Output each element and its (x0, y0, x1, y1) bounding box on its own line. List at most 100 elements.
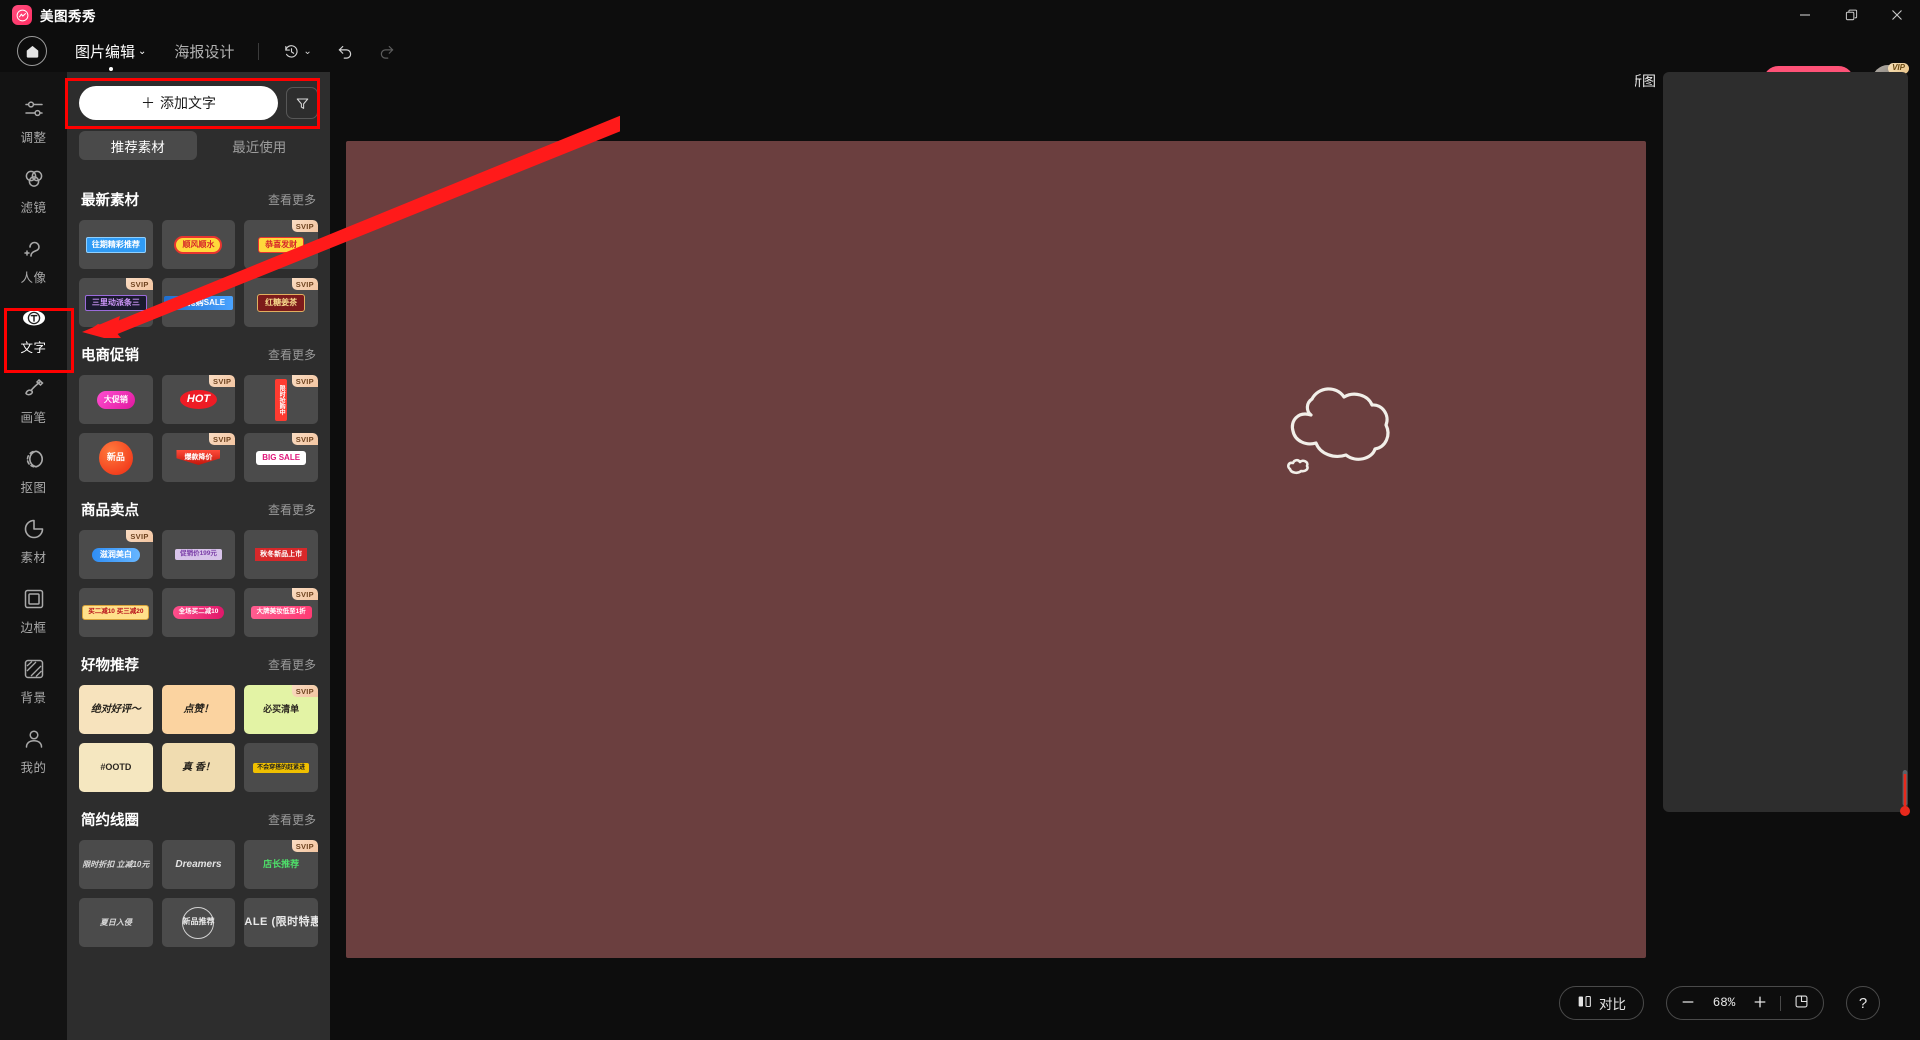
section-title: 电商促销 (81, 348, 139, 364)
material-thumbnail[interactable]: 全场买二减10 (161, 588, 236, 637)
home-icon[interactable] (17, 36, 47, 66)
add-text-button[interactable]: ＋ 添加文字 (79, 86, 278, 120)
material-thumbnail-label: 新品 (98, 440, 133, 475)
material-thumbnail-label: 新品推荐 (182, 906, 215, 939)
material-thumbnail[interactable]: SVIP 三里动派条三 (79, 278, 153, 327)
material-thumbnail[interactable]: 买二减10 买三减20 (79, 588, 153, 637)
undo-icon[interactable] (336, 42, 354, 60)
material-thumbnail[interactable]: 超值抢购SALE (161, 278, 236, 327)
material-thumbnail[interactable]: SVIP 红糖姜茶 (244, 278, 318, 327)
material-thumbnail-label: 全场买二减10 (172, 606, 225, 619)
material-thumbnail[interactable]: SVIP 店长推荐 (244, 840, 318, 889)
compare-button[interactable]: 对比 (1559, 986, 1644, 1020)
close-icon[interactable] (1874, 0, 1920, 30)
material-thumbnail[interactable]: 大促销 (79, 375, 153, 424)
minimize-icon[interactable] (1782, 0, 1828, 30)
tab-recommended[interactable]: 推荐素材 (79, 131, 197, 160)
brand: 美图秀秀 (0, 5, 96, 25)
material-thumbnail[interactable]: 新品 (79, 433, 153, 482)
history-clock-icon[interactable]: ⌄ (283, 43, 312, 60)
material-thumbnail[interactable]: 绝对好评～ (79, 685, 153, 734)
restore-icon[interactable] (1828, 0, 1874, 30)
fit-screen-icon[interactable] (1794, 994, 1809, 1012)
material-grid: 限时折扣 立减10元 Dreamers SVIP 店长推荐夏日入侵 新品推荐 SALE (… (79, 840, 318, 947)
material-thumbnail[interactable]: SVIP 必买清单 (244, 685, 318, 734)
material-thumbnail[interactable]: 限时折扣 立减10元 (79, 840, 153, 889)
svip-badge: SVIP (209, 375, 236, 387)
sidebar-item-sticker[interactable]: 素材 (0, 506, 67, 576)
plus-icon[interactable] (1753, 995, 1767, 1012)
sidebar-item-brush-label: 画笔 (20, 411, 47, 425)
sidebar-item-text[interactable]: 文字 (0, 296, 67, 366)
text-panel: ＋ 添加文字 推荐素材 最近使用 最新素材 查看更多 往期精彩推荐 顺风顺水 SVIP 恭… (67, 72, 330, 1040)
material-thumbnail[interactable]: 新品推荐 (161, 898, 236, 947)
zoom-divider (1780, 995, 1781, 1011)
sidebar-item-portrait-label: 人像 (20, 271, 47, 285)
filter-circles-icon (21, 166, 47, 192)
material-thumbnail[interactable]: 真 香！ (161, 743, 236, 792)
menu-item-poster-design[interactable]: 海报设计 (174, 41, 234, 62)
material-thumbnail-label: 真 香！ (182, 761, 215, 773)
window-controls (1782, 0, 1920, 30)
funnel-filter-icon[interactable] (286, 87, 318, 119)
material-thumbnail[interactable]: 不会穿搭的赶紧进 (244, 743, 318, 792)
material-thumbnail[interactable]: SVIP BIG SALE (244, 433, 318, 482)
material-thumbnail[interactable]: SVIP 恭喜发财 (244, 220, 318, 269)
svip-badge: SVIP (291, 433, 318, 445)
material-thumbnail-label: 促销价199元 (175, 549, 222, 560)
sidebar-item-cutout[interactable]: 抠图 (0, 436, 67, 506)
material-thumbnail[interactable]: Dreamers (161, 840, 236, 889)
material-thumbnail-label: 限时折扣 立减10元 (82, 859, 150, 869)
frame-icon (21, 586, 47, 612)
minus-icon[interactable] (1681, 995, 1695, 1012)
text-t-icon (21, 306, 47, 332)
material-thumbnail[interactable]: SVIP HOT (161, 375, 236, 424)
material-thumbnail[interactable]: SVIP 滋润美白 (79, 530, 153, 579)
chevron-down-icon: ⌄ (138, 45, 147, 57)
panel-scroll-area[interactable]: 最新素材 查看更多 往期精彩推荐 顺风顺水 SVIP 恭喜发财 SVIP 三里动派条三 超值抢购… (67, 172, 330, 1040)
material-thumbnail[interactable]: SALE (限时特惠) (244, 898, 318, 947)
tab-recent[interactable]: 最近使用 (201, 131, 319, 160)
sidebar-item-background-label: 背景 (20, 691, 47, 705)
panel-tabs: 推荐素材 最近使用 (67, 131, 330, 160)
material-thumbnail[interactable]: 促销价199元 (161, 530, 236, 579)
sidebar-item-portrait[interactable]: 人像 (0, 226, 67, 296)
material-thumbnail[interactable]: 顺风顺水 (161, 220, 236, 269)
svip-badge: SVIP (209, 433, 236, 445)
material-thumbnail[interactable]: SVIP 爆款降价 (161, 433, 236, 482)
sidebar-item-frame[interactable]: 边框 (0, 576, 67, 646)
material-thumbnail[interactable]: 秋冬新品上市 (244, 530, 318, 579)
sidebar-item-brush[interactable]: 画笔 (0, 366, 67, 436)
view-more-link[interactable]: 查看更多 (268, 811, 316, 828)
sidebar-item-adjust[interactable]: 调整 (0, 86, 67, 156)
redo-icon[interactable] (378, 42, 396, 60)
view-more-link[interactable]: 查看更多 (268, 501, 316, 518)
sidebar-item-background[interactable]: 背景 (0, 646, 67, 716)
cutout-icon (21, 446, 47, 472)
plus-icon: ＋ (141, 95, 155, 111)
material-thumbnail[interactable]: SVIP 大牌美妆低至1折 (244, 588, 318, 637)
material-thumbnail-label: 三里动派条三 (84, 294, 147, 311)
view-more-link[interactable]: 查看更多 (268, 191, 316, 208)
sidebar-item-mine[interactable]: 我的 (0, 716, 67, 786)
material-thumbnail-label: HOT (179, 390, 218, 409)
material-thumbnail[interactable]: 往期精彩推荐 (79, 220, 153, 269)
material-thumbnail[interactable]: SVIP 限时抢购中 (244, 375, 318, 424)
material-thumbnail[interactable]: #OOTD (79, 743, 153, 792)
right-side-panel[interactable] (1663, 72, 1908, 812)
image-canvas[interactable] (346, 141, 1646, 958)
sidebar-item-filter[interactable]: 滤镜 (0, 156, 67, 226)
view-more-link[interactable]: 查看更多 (268, 656, 316, 673)
help-button[interactable]: ? (1846, 986, 1880, 1020)
svip-badge: SVIP (126, 278, 153, 290)
material-thumbnail-label: 爆款降价 (176, 450, 221, 465)
menu-item-photo-edit[interactable]: 图片编辑 ⌄ (75, 41, 146, 62)
svip-badge: SVIP (291, 278, 318, 290)
view-more-link[interactable]: 查看更多 (268, 346, 316, 363)
material-thumbnail-label: 红糖姜茶 (257, 293, 306, 312)
section-title: 简约线圈 (81, 813, 139, 829)
section-header: 电商促销 查看更多 (81, 344, 316, 365)
sidebar-item-sticker-label: 素材 (20, 551, 47, 565)
material-thumbnail[interactable]: 夏日入侵 (79, 898, 153, 947)
material-thumbnail[interactable]: 点赞！ (161, 685, 236, 734)
